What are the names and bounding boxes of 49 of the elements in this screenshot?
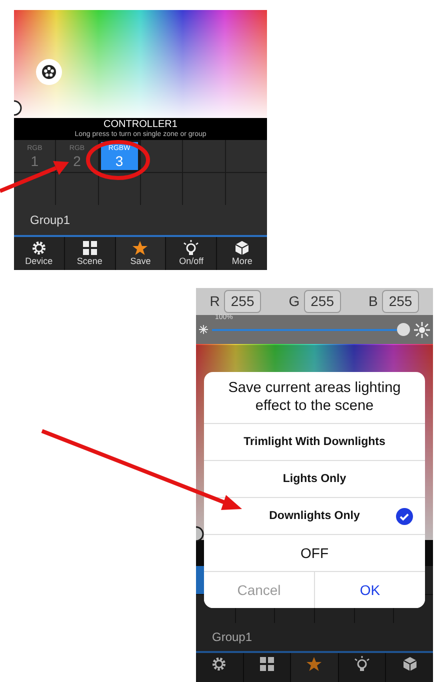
value-field[interactable]: 255: [304, 290, 341, 314]
controller-title: CONTROLLER1: [102, 120, 178, 130]
bulb-icon: [354, 656, 370, 672]
check-icon: [396, 508, 413, 526]
cube-icon: [234, 240, 250, 256]
zone-cell[interactable]: [56, 173, 98, 205]
tab-button[interactable]: [196, 652, 243, 682]
value-field[interactable]: 255: [382, 290, 420, 314]
cube-icon: [402, 656, 418, 672]
slider-thumb[interactable]: [397, 322, 410, 336]
value-field[interactable]: 255: [224, 290, 262, 314]
tab-button[interactable]: [244, 652, 290, 682]
channel-label: B: [368, 292, 378, 312]
tab-button[interactable]: On/off: [166, 237, 216, 270]
zone-cell[interactable]: [226, 173, 267, 205]
tab-button[interactable]: More: [217, 237, 267, 270]
sun-icon: [199, 325, 208, 334]
zone-cell[interactable]: [14, 173, 56, 205]
color-picker[interactable]: [14, 10, 267, 118]
highlight-circle: [86, 140, 150, 180]
grid-icon: [82, 240, 98, 256]
tab-button[interactable]: Device: [14, 237, 64, 270]
tab-button[interactable]: [386, 652, 433, 682]
tab-button[interactable]: Scene: [64, 237, 115, 270]
group-name[interactable]: Group1: [212, 628, 252, 646]
zone-cell[interactable]: [183, 140, 225, 172]
picker-handle[interactable]: [196, 526, 205, 542]
zone-cell[interactable]: [140, 173, 182, 205]
tab-button[interactable]: [291, 652, 338, 682]
option-row[interactable]: OFF: [204, 534, 425, 572]
gear-icon: [211, 656, 228, 672]
star-icon: [306, 656, 322, 672]
gear-icon: [30, 240, 47, 256]
star-icon: [132, 240, 148, 256]
reel-button[interactable]: [36, 59, 62, 85]
channel-label: G: [288, 292, 300, 312]
group-name[interactable]: Group1: [30, 211, 70, 229]
picker-handle[interactable]: [14, 100, 23, 116]
dialog-title: Save current areas lighting effect to the scene: [227, 379, 402, 416]
channel-label: R: [210, 292, 220, 312]
tab-button[interactable]: Save: [116, 237, 166, 270]
grid-icon: [258, 656, 275, 672]
zone-cell[interactable]: [226, 140, 267, 172]
bulb-icon: [183, 240, 200, 256]
zone-cell[interactable]: [140, 140, 182, 172]
sun-icon: [414, 322, 430, 338]
option-row[interactable]: Lights Only: [204, 460, 425, 498]
tab-button[interactable]: [338, 652, 386, 682]
option-row[interactable]: Trimlight With Downlights: [204, 423, 425, 460]
